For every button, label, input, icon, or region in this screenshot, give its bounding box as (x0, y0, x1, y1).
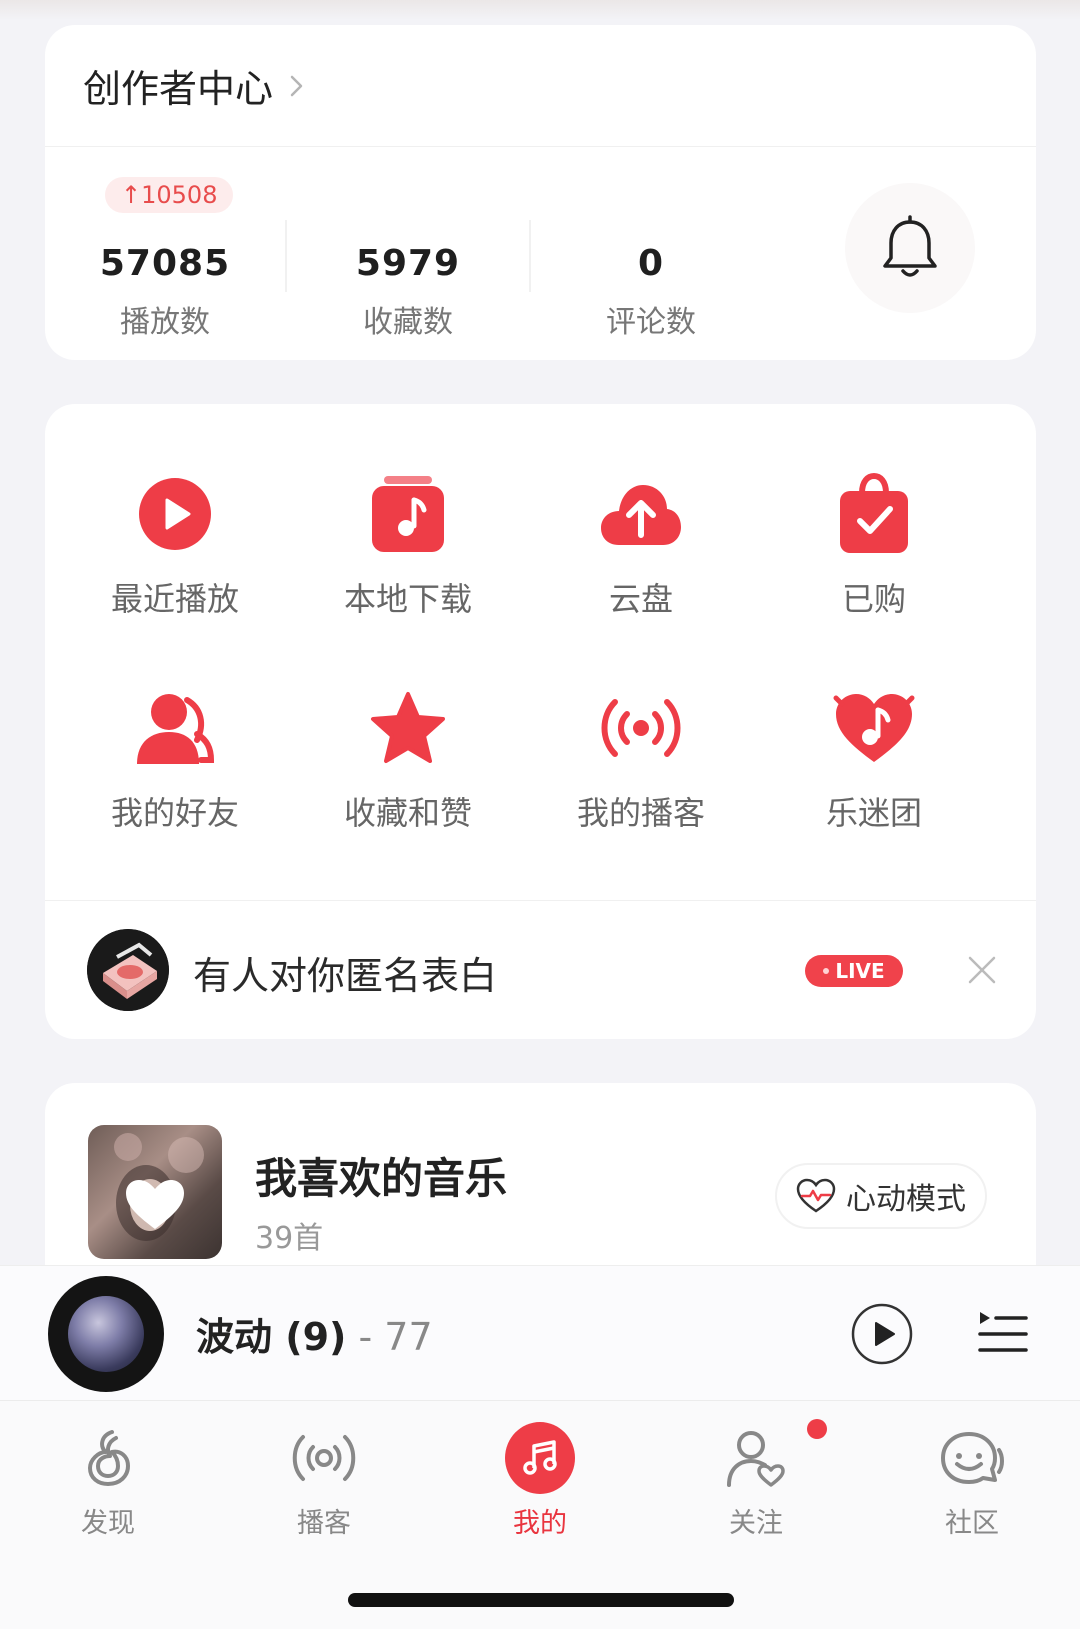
grid-label: 最近播放 (110, 580, 239, 618)
creator-center-title: 创作者中心 (83, 67, 274, 111)
grid-item-purchased[interactable]: 已购 (759, 472, 989, 620)
anonymous-confession-banner[interactable]: 有人对你匿名表白 LIVE (45, 901, 1036, 1039)
heartbeat-icon (796, 1178, 836, 1213)
notifications-button[interactable] (845, 183, 975, 313)
home-indicator (348, 1593, 734, 1607)
grid-label: 云盘 (608, 580, 673, 618)
tab-label: 播客 (297, 1508, 351, 1539)
tab-mine[interactable]: 我的 (470, 1422, 610, 1540)
shopping-bag-icon (832, 472, 916, 556)
discover-icon (73, 1423, 143, 1493)
grid-label: 乐迷团 (825, 794, 922, 832)
music-note-icon (505, 1422, 575, 1494)
tab-community[interactable]: 社区 (902, 1423, 1042, 1540)
song-name: 波动 (9) (196, 1315, 347, 1359)
plays-increase-text: ↑10508 (121, 181, 218, 209)
grid-label: 我的播客 (576, 794, 705, 832)
grid-item-podcast[interactable]: 我的播客 (526, 686, 756, 834)
close-icon[interactable] (965, 953, 999, 987)
page: 创作者中心 ↑10508 57085 播放数 5979 收藏数 0 评论数 最近… (0, 0, 1080, 1629)
plays-increase-badge: ↑10508 (105, 177, 234, 213)
plays-label: 播放数 (120, 305, 210, 340)
grid-item-recent[interactable]: 最近播放 (60, 472, 290, 620)
liked-music-title: 我喜欢的音乐 (255, 1154, 508, 1203)
grid-label: 本地下载 (343, 580, 472, 618)
promo-text: 有人对你匿名表白 (193, 954, 498, 998)
bottom-tab-bar: 发现 播客 我的 关注 社区 (0, 1400, 1080, 1629)
top-shade (0, 0, 1080, 20)
grid-label: 我的好友 (110, 794, 239, 832)
tab-label: 发现 (81, 1508, 135, 1539)
creator-center-header[interactable]: 创作者中心 (45, 25, 1036, 147)
chevron-right-icon (290, 75, 303, 96)
live-label: LIVE (835, 959, 885, 983)
song-artist: - 77 (346, 1315, 433, 1359)
grid-item-collections[interactable]: 收藏和赞 (293, 686, 523, 834)
music-box-icon (366, 472, 450, 556)
grid-label: 收藏和赞 (343, 794, 472, 832)
tab-label: 关注 (729, 1508, 783, 1539)
playlist-icon[interactable] (976, 1308, 1028, 1360)
grid-item-friends[interactable]: 我的好友 (60, 686, 290, 834)
liked-music-count: 39首 (255, 1221, 324, 1256)
grid-item-cloud[interactable]: 云盘 (526, 472, 756, 620)
liked-music-cover (88, 1125, 222, 1259)
active-tab-indicator (505, 1422, 575, 1494)
tab-follow[interactable]: 关注 (686, 1419, 827, 1540)
favorites-count[interactable]: 5979 (288, 243, 528, 284)
grid-item-downloads[interactable]: 本地下载 (293, 472, 523, 620)
community-icon (937, 1423, 1007, 1493)
grid-label: 已购 (841, 580, 906, 618)
quick-access-card: 最近播放 本地下载 云盘 已购 我的好友 收藏和赞 我的播客 乐迷团 有人对你匿… (45, 404, 1036, 1039)
creator-center-card: 创作者中心 ↑10508 57085 播放数 5979 收藏数 0 评论数 (45, 25, 1036, 360)
cloud-upload-icon (599, 472, 683, 556)
star-icon (366, 686, 450, 770)
liked-music-card[interactable]: 我喜欢的音乐 39首 心动模式 (45, 1083, 1036, 1283)
heart-note-icon (832, 686, 916, 770)
heartbeat-mode-button[interactable]: 心动模式 (775, 1163, 987, 1229)
now-playing-title: 波动 (9) - 77 (196, 1306, 433, 1361)
play-icon[interactable] (850, 1302, 914, 1366)
play-circle-icon (133, 472, 217, 556)
notification-dot (807, 1419, 827, 1439)
tab-podcast[interactable]: 播客 (254, 1423, 394, 1540)
live-dot (823, 968, 830, 974)
bell-icon (883, 215, 937, 277)
podcast-tab-icon (289, 1423, 359, 1493)
tab-discover[interactable]: 发现 (38, 1423, 178, 1540)
podcast-icon (599, 686, 683, 770)
live-badge: LIVE (805, 955, 903, 987)
heartbeat-mode-label: 心动模式 (846, 1182, 966, 1217)
now-playing-disc[interactable] (48, 1276, 164, 1392)
follow-icon (721, 1419, 827, 1493)
comments-label: 评论数 (606, 305, 696, 340)
tab-label: 社区 (945, 1508, 999, 1539)
now-playing-artwork (68, 1296, 144, 1372)
plays-count[interactable]: 57085 (45, 243, 285, 284)
tab-label: 我的 (513, 1508, 567, 1539)
promo-avatar (87, 929, 169, 1011)
comments-count[interactable]: 0 (531, 243, 771, 284)
stat-divider (285, 220, 287, 292)
mini-player[interactable]: 波动 (9) - 77 (0, 1265, 1080, 1400)
grid-item-fan-club[interactable]: 乐迷团 (759, 686, 989, 834)
friends-icon (133, 686, 217, 770)
favorites-label: 收藏数 (363, 305, 453, 340)
